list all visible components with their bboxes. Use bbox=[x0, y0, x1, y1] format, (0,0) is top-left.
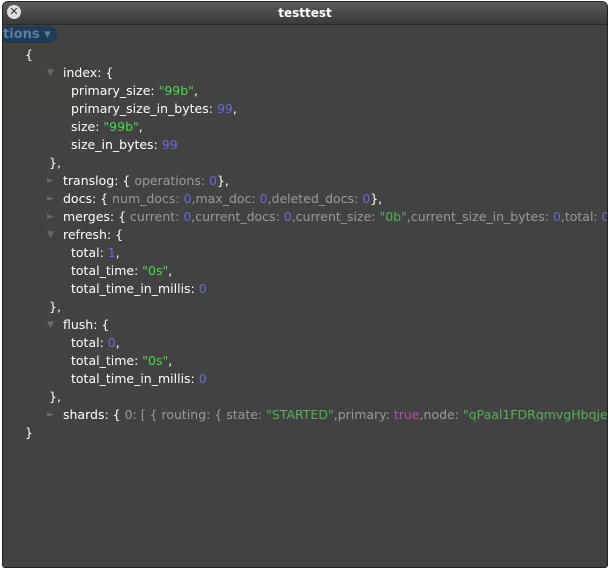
json-token: ,current_size_in_bytes: bbox=[406, 209, 553, 224]
json-line-text: }, bbox=[49, 154, 61, 172]
json-token: "0s" bbox=[142, 263, 169, 278]
json-token: total: bbox=[71, 245, 108, 260]
json-token: ,deleted_docs: bbox=[267, 191, 363, 206]
json-line-text: total_time: "0s", bbox=[71, 352, 172, 370]
json-token: "qPaal1FDRqmvgHbqjen bbox=[462, 407, 608, 422]
json-token: "0s" bbox=[142, 353, 169, 368]
json-line-text: }, bbox=[49, 298, 61, 316]
json-token: 0 bbox=[198, 281, 207, 296]
collapse-triangle-icon[interactable]: ► bbox=[47, 190, 54, 208]
json-token: }, bbox=[370, 191, 383, 206]
json-token: , bbox=[168, 353, 173, 368]
json-token: total_time_in_millis: bbox=[71, 281, 199, 296]
json-token: }, bbox=[49, 389, 61, 404]
json-line-text: { bbox=[25, 46, 33, 64]
json-token: primary_size_in_bytes: bbox=[71, 101, 217, 116]
json-token: 0 bbox=[259, 191, 268, 206]
json-token: }, bbox=[49, 155, 61, 170]
json-line-text: translog: { operations: 0}, bbox=[63, 172, 229, 190]
json-token: 0 bbox=[283, 209, 292, 224]
json-token: refresh: { bbox=[63, 227, 124, 242]
json-token: 99 bbox=[161, 137, 178, 152]
collapse-triangle-icon[interactable]: ► bbox=[47, 208, 54, 226]
json-token: 0 bbox=[198, 371, 207, 386]
json-token: size: bbox=[71, 119, 104, 134]
json-token: } bbox=[25, 425, 33, 440]
json-token: , bbox=[115, 335, 120, 350]
title-bar: ✕ testtest bbox=[3, 2, 607, 25]
json-token: { bbox=[25, 47, 33, 62]
expand-triangle-icon[interactable]: ▼ bbox=[47, 64, 54, 82]
json-token: true bbox=[393, 407, 420, 422]
json-line-text: total_time_in_millis: 0 bbox=[71, 280, 207, 298]
json-token: , bbox=[115, 245, 120, 260]
json-line-text: refresh: { bbox=[63, 226, 123, 244]
json-line-text: flush: { bbox=[63, 316, 109, 334]
json-token: index: { bbox=[63, 65, 114, 80]
json-token: 0 bbox=[362, 191, 371, 206]
json-token: docs: { bbox=[63, 191, 113, 206]
json-token: ,primary: bbox=[333, 407, 394, 422]
json-token: total_time: bbox=[71, 263, 143, 278]
json-token: 99 bbox=[216, 101, 233, 116]
json-token: 0 bbox=[602, 209, 607, 224]
json-line-text: primary_size_in_bytes: 99, bbox=[71, 100, 237, 118]
json-line-text: total: 1, bbox=[71, 244, 120, 262]
json-token: 0 bbox=[107, 335, 116, 350]
json-token: operations: bbox=[134, 173, 210, 188]
json-line-text: index: { bbox=[63, 64, 113, 82]
json-token: total_time_in_millis: bbox=[71, 371, 199, 386]
json-token: "0b" bbox=[379, 209, 407, 224]
json-token: merges: { bbox=[63, 209, 131, 224]
json-line-text: total_time_in_millis: 0 bbox=[71, 370, 207, 388]
json-token: }, bbox=[49, 299, 61, 314]
json-line-text: }, bbox=[49, 388, 61, 406]
json-token: , bbox=[138, 119, 143, 134]
json-token: num_docs: bbox=[112, 191, 184, 206]
json-token: translog: { bbox=[63, 173, 135, 188]
collapse-triangle-icon[interactable]: ► bbox=[47, 172, 54, 190]
json-line-text: primary_size: "99b", bbox=[71, 82, 198, 100]
json-token: "99b" bbox=[158, 83, 194, 98]
json-token: 1 bbox=[107, 245, 116, 260]
json-token: ,max_doc: bbox=[191, 191, 260, 206]
json-token: ,current_size: bbox=[291, 209, 380, 224]
json-token: 0 bbox=[552, 209, 561, 224]
json-line-text: docs: { num_docs: 0,max_doc: 0,deleted_d… bbox=[63, 190, 382, 208]
json-token: total: bbox=[71, 335, 108, 350]
json-line-text: size: "99b", bbox=[71, 118, 143, 136]
json-token: ,total: bbox=[560, 209, 602, 224]
collapse-triangle-icon[interactable]: ► bbox=[47, 406, 54, 424]
expand-triangle-icon[interactable]: ▼ bbox=[47, 316, 54, 334]
json-line-text: total_time: "0s", bbox=[71, 262, 172, 280]
window: ✕ testtest tions ▾ { ▼ index: { primary_siz… bbox=[2, 1, 608, 568]
expand-triangle-icon[interactable]: ▼ bbox=[47, 226, 54, 244]
json-token: size_in_bytes: bbox=[71, 137, 162, 152]
json-line-text: size_in_bytes: 99 bbox=[71, 136, 178, 154]
json-token: flush: { bbox=[63, 317, 110, 332]
json-line-text: shards: { 0: [ { routing: { state: "STAR… bbox=[63, 406, 608, 424]
actions-dropdown[interactable]: tions ▾ bbox=[3, 26, 57, 43]
json-token: ,node: bbox=[419, 407, 463, 422]
json-token: , bbox=[168, 263, 173, 278]
json-token: ,current_docs: bbox=[191, 209, 284, 224]
json-line-text: total: 0, bbox=[71, 334, 120, 352]
json-token: total_time: bbox=[71, 353, 143, 368]
json-token: , bbox=[232, 101, 237, 116]
json-token: }, bbox=[216, 173, 229, 188]
json-token: current: bbox=[130, 209, 184, 224]
json-token: 0: [ { routing: { state: bbox=[124, 407, 267, 422]
json-token: "STARTED" bbox=[266, 407, 334, 422]
window-title: testtest bbox=[278, 6, 332, 20]
json-token: primary_size: bbox=[71, 83, 159, 98]
json-line-text: merges: { current: 0,current_docs: 0,cur… bbox=[63, 208, 607, 226]
json-token: "99b" bbox=[103, 119, 139, 134]
json-token: 0 bbox=[209, 173, 217, 188]
json-line-text: } bbox=[25, 424, 33, 442]
json-token: , bbox=[193, 83, 198, 98]
json-token: shards: { bbox=[63, 407, 125, 422]
